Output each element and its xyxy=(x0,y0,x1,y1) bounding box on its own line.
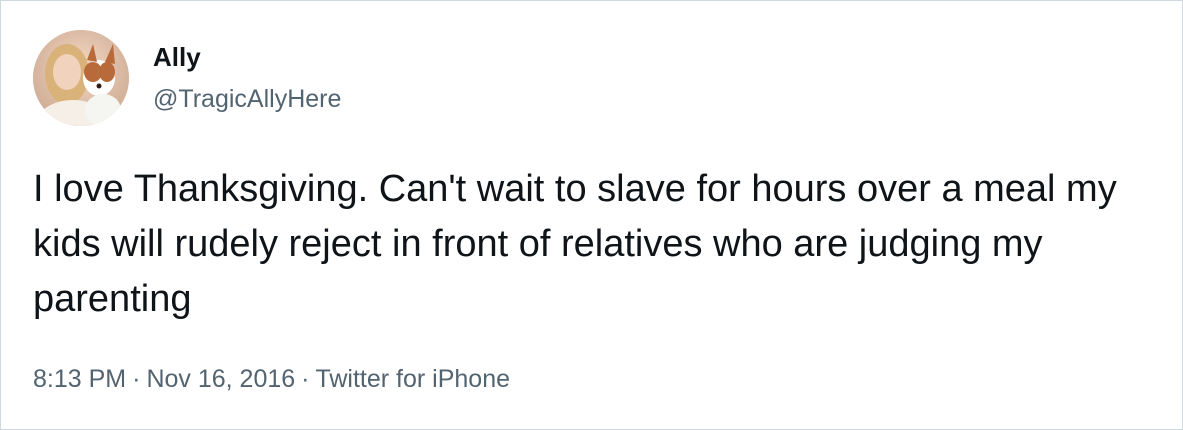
user-handle[interactable]: @TragicAllyHere xyxy=(153,83,341,115)
tweet-meta: 8:13 PM · Nov 16, 2016 · Twitter for iPhone xyxy=(33,363,510,395)
tweet-time[interactable]: 8:13 PM xyxy=(33,363,126,395)
meta-separator: · xyxy=(301,365,310,393)
avatar-image xyxy=(33,30,129,126)
tweet-text: I love Thanksgiving. Can't wait to slave… xyxy=(33,168,1117,320)
avatar[interactable] xyxy=(33,30,129,126)
tweet-card: Ally @TragicAllyHere I love Thanksgiving… xyxy=(0,0,1183,430)
tweet-source[interactable]: Twitter for iPhone xyxy=(315,363,510,395)
display-name[interactable]: Ally xyxy=(153,41,201,73)
tweet-date[interactable]: Nov 16, 2016 xyxy=(146,363,295,395)
meta-separator: · xyxy=(132,365,141,393)
